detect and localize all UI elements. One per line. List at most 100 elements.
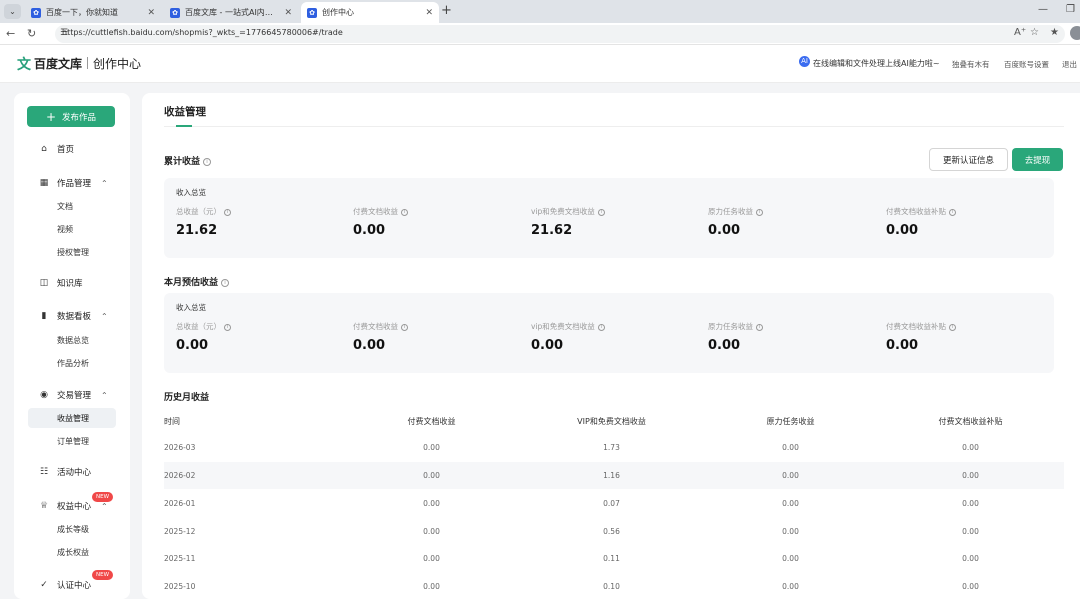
close-icon[interactable]: ✕ — [147, 8, 155, 18]
info-icon[interactable]: i — [203, 157, 212, 166]
sidebar-item-dashboard[interactable]: ▮ 数据看板 ⌃ — [38, 308, 108, 324]
info-icon[interactable]: i — [401, 208, 408, 216]
close-icon[interactable]: ✕ — [425, 8, 433, 18]
stat-value-total: 21.62 — [176, 223, 218, 238]
info-icon[interactable]: i — [401, 323, 408, 331]
stat-value-subsidy: 0.00 — [886, 338, 919, 353]
table-cell: 0.00 — [423, 499, 440, 508]
table-cell: 0.07 — [603, 499, 620, 508]
page-title: 收益管理 — [164, 106, 206, 118]
column-header: VIP和免费文档收益 — [577, 416, 646, 426]
table-cell: 0.00 — [962, 443, 979, 452]
table-row: 2025-12 0.00 0.56 0.00 0.00 — [164, 518, 1064, 545]
history-table-header: 时间 付费文档收益 VIP和免费文档收益 原力任务收益 付费文档收益补贴 — [164, 413, 1064, 429]
table-cell: 0.00 — [782, 471, 799, 480]
logo-text[interactable]: 百度文库 — [34, 55, 82, 72]
sidebar-item-label: 活动中心 — [57, 468, 92, 478]
favorites-icon[interactable]: ★ — [1050, 27, 1059, 38]
monthly-stats: 收入总览 总收益（元） i 0.00 付费文档收益 i 0.00 vip和免费文档收… — [164, 293, 1054, 373]
wenku-logo-icon[interactable]: 文 — [17, 54, 31, 74]
table-cell: 0.00 — [962, 527, 979, 536]
sidebar-item-knowledge[interactable]: ◫ 知识库 — [38, 275, 83, 291]
close-icon[interactable]: ✕ — [284, 8, 292, 18]
account-settings-link[interactable]: 百度账号设置 — [1004, 59, 1049, 70]
chevron-up-icon[interactable]: ⌃ — [101, 179, 108, 188]
grid-icon: ▦ — [39, 178, 49, 188]
crown-icon: ♕ — [39, 501, 49, 511]
username-link[interactable]: 独叠有木有 — [952, 59, 990, 70]
cumulative-stats: 收入总览 总收益（元） i 21.62 付费文档收益 i 0.00 vip和免费文档… — [164, 178, 1054, 258]
sidebar-item-rights[interactable]: ♕ 权益中心 ⌃ — [38, 498, 108, 514]
stat-label: 原力任务收益 i — [708, 206, 763, 217]
coin-icon: ◉ — [40, 390, 48, 400]
table-cell: 0.00 — [423, 554, 440, 563]
info-icon[interactable]: i — [949, 208, 956, 216]
table-cell: 0.00 — [423, 443, 440, 452]
info-icon[interactable]: i — [756, 208, 763, 216]
update-cert-button[interactable]: 更新认证信息 — [929, 148, 1008, 171]
sidebar-subitem-benefits[interactable]: 成长权益 — [57, 547, 89, 558]
table-cell: 1.16 — [603, 471, 620, 480]
info-icon[interactable]: i — [224, 323, 231, 331]
withdraw-button[interactable]: 去提现 — [1012, 148, 1063, 171]
cumulative-section-title: 累计收益 i — [164, 154, 212, 167]
tab-title: 百度文库 - 一站式AI内容获取和创作平台 — [185, 8, 281, 17]
sidebar-item-label: 作品管理 — [57, 179, 92, 189]
sidebar-item-home[interactable]: ⌂ 首页 — [38, 141, 74, 157]
browser-tab-wenku[interactable]: ✿ 百度文库 - 一站式AI内容获取和创作平台 ✕ — [164, 2, 298, 23]
table-row: 2026-03 0.00 1.73 0.00 0.00 — [164, 434, 1064, 461]
back-icon[interactable]: ← — [6, 27, 15, 40]
address-bar: ← ↻ ☰ https://cuttlefish.baidu.com/shopm… — [0, 23, 1080, 45]
info-icon[interactable]: i — [597, 208, 605, 216]
sidebar-subitem-video[interactable]: 视频 — [57, 224, 73, 235]
info-icon[interactable]: i — [597, 323, 605, 331]
table-cell: 2026-03 — [164, 443, 196, 452]
info-icon[interactable]: i — [949, 323, 956, 331]
sidebar-subitem-orders[interactable]: 订单管理 — [57, 436, 89, 447]
table-cell: 0.00 — [962, 582, 979, 591]
sidebar-subitem-level[interactable]: 成长等级 — [57, 524, 89, 535]
chevron-up-icon[interactable]: ⌃ — [101, 312, 108, 321]
browser-tab-creator[interactable]: ✿ 创作中心 ✕ — [301, 2, 439, 23]
new-tab-icon[interactable]: + — [441, 3, 452, 18]
main-panel: 收益管理 累计收益 i 更新认证信息 去提现 收入总览 总收益（元） i 21.62… — [142, 93, 1080, 599]
browser-tab-baidu[interactable]: ✿ 百度一下，你就知道 ✕ — [25, 2, 161, 23]
info-icon[interactable]: i — [224, 208, 231, 216]
ai-icon: AI — [799, 56, 810, 67]
sidebar-item-auth[interactable]: ✓ 认证中心 — [38, 577, 91, 593]
publish-button[interactable]: + 发布作品 — [27, 106, 115, 127]
table-cell: 2026-01 — [164, 499, 196, 508]
profile-avatar[interactable] — [1070, 26, 1080, 40]
sidebar-subitem-earnings[interactable]: 收益管理 — [57, 413, 89, 424]
favorite-star-icon[interactable]: ☆ — [1030, 27, 1039, 38]
sidebar-subitem-docs[interactable]: 文档 — [57, 201, 73, 212]
info-icon[interactable]: i — [221, 278, 230, 287]
minimize-icon[interactable]: — — [1038, 4, 1048, 15]
chevron-up-icon[interactable]: ⌃ — [101, 391, 108, 400]
sidebar-item-activity[interactable]: ☷ 活动中心 — [38, 464, 91, 480]
ai-notice-link[interactable]: 在线编辑和文件处理上线AI能力啦~ — [813, 58, 940, 69]
home-icon: ⌂ — [41, 144, 47, 154]
column-header: 原力任务收益 — [766, 416, 815, 426]
refresh-icon[interactable]: ↻ — [27, 27, 36, 40]
table-cell: 2026-02 — [164, 471, 196, 480]
chevron-up-icon[interactable]: ⌃ — [101, 502, 108, 511]
plus-icon: + — [45, 109, 57, 124]
stat-label: vip和免费文档收益 i — [531, 206, 605, 217]
sidebar-item-label: 权益中心 — [57, 502, 92, 512]
sidebar-subitem-overview[interactable]: 数据总览 — [57, 335, 89, 346]
section-title-text: 累计收益 — [164, 157, 201, 167]
sidebar-subitem-analysis[interactable]: 作品分析 — [57, 358, 89, 369]
tab-list-icon[interactable]: ⌄ — [4, 4, 21, 19]
table-cell: 0.00 — [423, 582, 440, 591]
table-cell: 0.00 — [423, 471, 440, 480]
sidebar-subitem-license[interactable]: 授权管理 — [57, 247, 89, 258]
logout-link[interactable]: 退出 — [1062, 59, 1077, 70]
sidebar-item-works[interactable]: ▦ 作品管理 ⌃ — [38, 175, 108, 191]
table-cell: 2025-12 — [164, 527, 196, 536]
stat-label: 原力任务收益 i — [708, 321, 763, 332]
read-aloud-icon[interactable]: A⁺ — [1014, 27, 1026, 38]
sidebar-item-trade[interactable]: ◉ 交易管理 ⌃ — [38, 387, 108, 403]
info-icon[interactable]: i — [756, 323, 763, 331]
restore-icon[interactable]: ❐ — [1066, 4, 1075, 15]
